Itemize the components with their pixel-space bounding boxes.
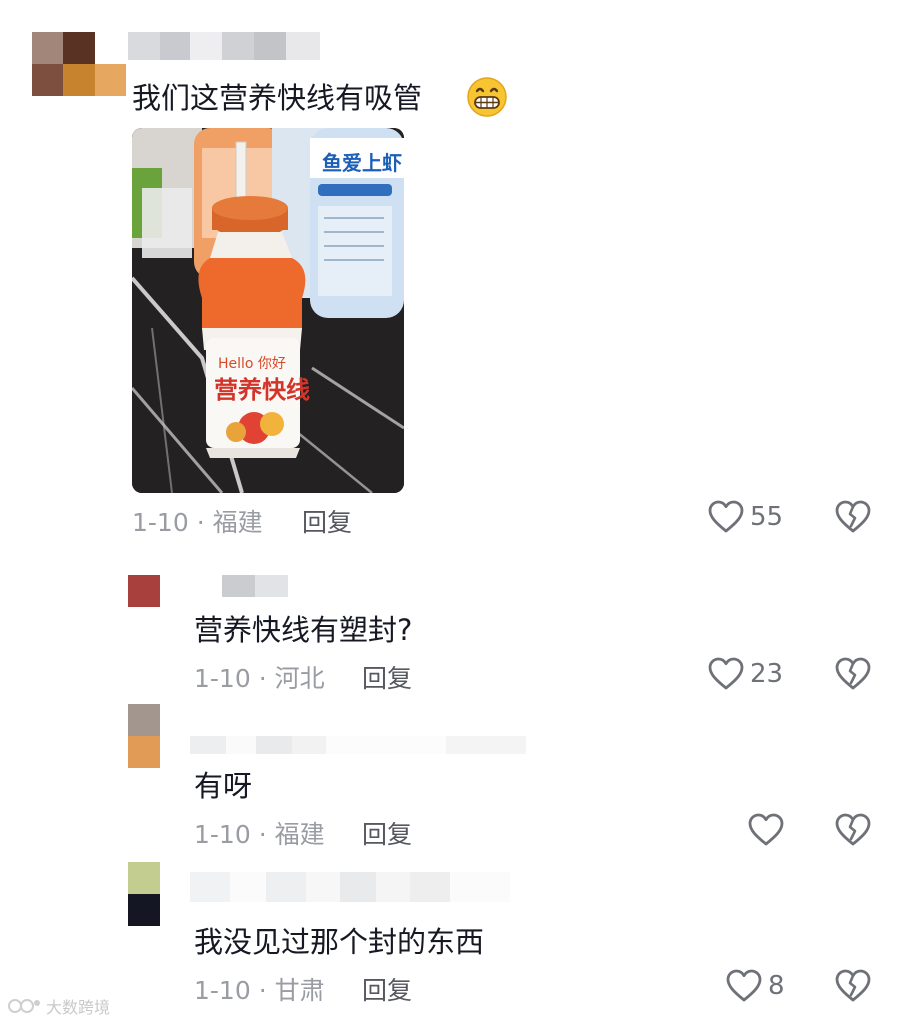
heart-icon xyxy=(726,969,762,1002)
broken-heart-icon xyxy=(835,500,871,533)
comment-location: 河北 xyxy=(274,664,325,693)
like-count: 8 xyxy=(768,971,785,1001)
reply-label: 回复 xyxy=(362,820,413,849)
meta-separator: · xyxy=(250,976,275,1005)
comment-body: 有呀 xyxy=(194,769,253,803)
heart-icon xyxy=(748,813,784,846)
comment-date: 1-10 xyxy=(194,976,251,1005)
dislike-button[interactable] xyxy=(835,500,871,534)
reply-button[interactable]: 回复 xyxy=(362,971,412,1007)
comment-meta: 1-10 · 福建 xyxy=(194,815,325,851)
meta-separator: · xyxy=(250,820,275,849)
watermark-text: 大数跨境 xyxy=(46,998,111,1017)
reply-button[interactable]: 回复 xyxy=(302,503,352,539)
meta-separator: · xyxy=(250,664,275,693)
comment-date: 1-10 xyxy=(194,664,251,693)
comment-location: 福建 xyxy=(212,508,263,537)
comment-meta: 1-10 · 甘肃 xyxy=(194,971,325,1007)
username-blurred[interactable] xyxy=(190,736,526,754)
like-button[interactable]: 23 xyxy=(708,657,783,691)
like-count: 55 xyxy=(750,502,784,532)
watermark: 大数跨境 xyxy=(6,994,110,1018)
grinning-face-icon xyxy=(467,77,507,117)
watermark-logo-icon xyxy=(8,999,40,1013)
like-button[interactable]: 8 xyxy=(726,969,785,1003)
dislike-button[interactable] xyxy=(835,657,871,691)
comment-date: 1-10 xyxy=(132,508,189,537)
comment-meta: 1-10 · 河北 xyxy=(194,659,325,695)
avatar[interactable] xyxy=(128,704,160,768)
username-blurred[interactable] xyxy=(128,32,320,60)
reply-label: 回复 xyxy=(302,508,353,537)
broken-heart-icon xyxy=(835,969,871,1002)
bottle-label-product: 营养快线 xyxy=(214,376,310,404)
reply-button[interactable]: 回复 xyxy=(362,659,412,695)
comment-body: 营养快线有塑封? xyxy=(194,613,413,647)
comment-body: 我们这营养快线有吸管 xyxy=(132,81,423,115)
comment-text: 我没见过那个封的东西 xyxy=(194,924,484,960)
dislike-button[interactable] xyxy=(835,813,871,847)
reply-button[interactable]: 回复 xyxy=(362,815,412,851)
reply-label: 回复 xyxy=(362,664,413,693)
avatar[interactable] xyxy=(128,862,160,926)
like-button[interactable]: 55 xyxy=(708,500,783,534)
avatar[interactable] xyxy=(128,575,160,607)
heart-icon xyxy=(708,657,744,690)
bottle-label-brand: Hello 你好 xyxy=(218,356,286,372)
username-blurred[interactable] xyxy=(190,872,510,902)
like-button[interactable] xyxy=(748,813,790,847)
comment-body: 我没见过那个封的东西 xyxy=(194,925,485,959)
comment-text: 我们这营养快线有吸管 xyxy=(132,80,422,116)
broken-heart-icon xyxy=(835,657,871,690)
comment-location: 甘肃 xyxy=(274,976,325,1005)
like-count: 23 xyxy=(750,659,784,689)
reply-label: 回复 xyxy=(362,976,413,1005)
bottle-text: 鱼爱上虾 xyxy=(322,151,402,175)
username-blurred[interactable] xyxy=(222,575,288,597)
meta-separator: · xyxy=(188,508,213,537)
avatar[interactable] xyxy=(32,32,126,96)
comment-meta: 1-10 · 福建 xyxy=(132,503,263,539)
comment-photo[interactable]: 鱼爱上虾 Hello 你好 营养快线 xyxy=(132,128,404,493)
dislike-button[interactable] xyxy=(835,969,871,1003)
heart-icon xyxy=(708,500,744,533)
comment-text: 营养快线有塑封? xyxy=(194,612,412,648)
comment-date: 1-10 xyxy=(194,820,251,849)
broken-heart-icon xyxy=(835,813,871,846)
comment-text: 有呀 xyxy=(194,768,252,804)
comment-location: 福建 xyxy=(274,820,325,849)
